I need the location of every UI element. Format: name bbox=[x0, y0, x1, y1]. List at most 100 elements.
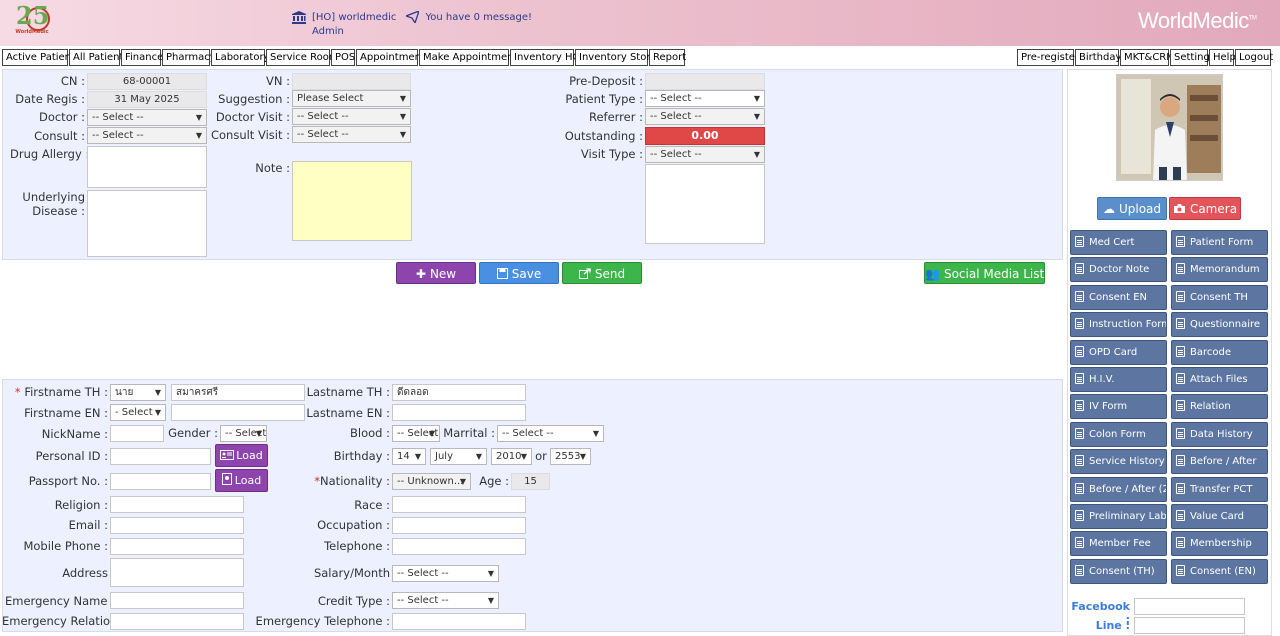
consult-visit-select[interactable]: -- Select -- ▼ bbox=[292, 126, 411, 143]
emergency-telephone-input[interactable] bbox=[392, 613, 526, 630]
nav-report[interactable]: Report bbox=[649, 49, 686, 66]
form-button-data-history[interactable]: Data History bbox=[1171, 421, 1268, 447]
personal-id-input[interactable] bbox=[110, 448, 211, 465]
occupation-input[interactable] bbox=[392, 517, 526, 534]
telephone-input[interactable] bbox=[392, 538, 526, 555]
title-th-select[interactable]: นาย ▼ bbox=[110, 384, 166, 401]
nav-all-patient[interactable]: All Patient bbox=[69, 49, 123, 66]
firstname-en-input[interactable] bbox=[171, 404, 305, 421]
nav-service-room[interactable]: Service Room bbox=[266, 49, 339, 66]
firstname-th-input[interactable]: สมาครศรี bbox=[171, 384, 305, 401]
title-en-select[interactable]: - Select - ▼ bbox=[110, 404, 166, 421]
passport-input[interactable] bbox=[110, 473, 211, 490]
document-icon bbox=[1176, 345, 1185, 357]
marital-select[interactable]: -- Select -- ▼ bbox=[497, 425, 604, 442]
mobile-phone-input[interactable] bbox=[110, 538, 244, 555]
emergency-name-input[interactable] bbox=[110, 592, 244, 609]
form-button-consent-th[interactable]: Consent TH bbox=[1171, 284, 1268, 310]
line-input[interactable] bbox=[1134, 617, 1245, 634]
form-button-consent-en[interactable]: Consent EN bbox=[1070, 284, 1167, 310]
form-button-memorandum[interactable]: Memorandum bbox=[1171, 257, 1268, 283]
visit-type-list[interactable] bbox=[645, 164, 765, 244]
nav-setting[interactable]: Setting bbox=[1170, 49, 1210, 66]
send-button[interactable]: Send bbox=[562, 262, 642, 284]
form-button-h-i-v[interactable]: H.I.V. bbox=[1070, 367, 1167, 392]
nav-birthday[interactable]: Birthday bbox=[1075, 49, 1121, 66]
salary-select[interactable]: -- Select -- ▼ bbox=[392, 565, 499, 582]
message-link[interactable]: You have 0 message! bbox=[425, 12, 532, 23]
lastname-en-input[interactable] bbox=[392, 404, 526, 421]
form-button-barcode[interactable]: Barcode bbox=[1171, 339, 1268, 365]
nickname-input[interactable] bbox=[110, 425, 164, 442]
blood-select[interactable]: -- Select --▼ bbox=[392, 425, 440, 442]
personal-id-label: Personal ID : bbox=[35, 449, 108, 463]
camera-button[interactable]: Camera bbox=[1169, 197, 1241, 220]
upload-button[interactable]: ☁ Upload bbox=[1097, 197, 1167, 220]
form-button-membership[interactable]: Membership bbox=[1171, 531, 1268, 557]
branch-name[interactable]: [HO] worldmedic bbox=[312, 12, 396, 23]
form-button-colon-form[interactable]: Colon Form bbox=[1070, 421, 1167, 447]
birth-month-select[interactable]: July ▼ bbox=[430, 448, 487, 465]
birth-day-select[interactable]: 14 ▼ bbox=[392, 448, 426, 465]
doctor-visit-select[interactable]: -- Select -- ▼ bbox=[292, 108, 411, 125]
nav-laboratory[interactable]: Laboratory bbox=[211, 49, 269, 66]
form-button-patient-form[interactable]: Patient Form bbox=[1171, 230, 1268, 255]
facebook-input[interactable] bbox=[1134, 598, 1245, 615]
form-button-before-after[interactable]: Before / After bbox=[1171, 449, 1268, 475]
doctor-select[interactable]: -- Select -- ▼ bbox=[87, 109, 207, 126]
form-button-member-fee[interactable]: Member Fee bbox=[1070, 531, 1167, 557]
form-button-relation[interactable]: Relation bbox=[1171, 394, 1268, 420]
drug-allergy-input[interactable] bbox=[87, 146, 207, 188]
nav-inventory-ho[interactable]: Inventory HO bbox=[510, 49, 580, 66]
form-button-consent-en[interactable]: Consent (EN) bbox=[1171, 558, 1268, 584]
form-button-instruction-form[interactable]: Instruction Form bbox=[1070, 312, 1167, 338]
form-button-value-card[interactable]: Value Card bbox=[1171, 504, 1268, 529]
suggestion-select[interactable]: Please Select ▼ bbox=[292, 90, 411, 107]
birth-year-select[interactable]: 2010 ▼ bbox=[491, 448, 532, 465]
form-button-attach-files[interactable]: Attach Files bbox=[1171, 367, 1268, 392]
consult-select[interactable]: -- Select -- ▼ bbox=[87, 127, 207, 144]
form-button-iv-form[interactable]: IV Form bbox=[1070, 394, 1167, 420]
religion-input[interactable] bbox=[110, 496, 244, 513]
address-input[interactable] bbox=[110, 558, 244, 587]
form-button-doctor-note[interactable]: Doctor Note bbox=[1070, 257, 1167, 283]
patient-type-select[interactable]: -- Select -- ▼ bbox=[645, 90, 765, 107]
nav-make-appointment[interactable]: Make Appointment bbox=[419, 49, 517, 66]
birth-year-th-select[interactable]: 2553 ▼ bbox=[550, 448, 591, 465]
nav-mkt-crm[interactable]: MKT&CRM bbox=[1120, 49, 1175, 66]
new-button[interactable]: ✚ New bbox=[396, 262, 476, 284]
load-passport-button[interactable]: Load bbox=[215, 469, 268, 492]
email-input[interactable] bbox=[110, 517, 244, 534]
form-button-opd-card[interactable]: OPD Card bbox=[1070, 339, 1167, 365]
nav-pharmacy[interactable]: Pharmacy bbox=[162, 49, 216, 66]
gender-select[interactable]: -- Select --▼ bbox=[220, 425, 267, 442]
nav-active-patient[interactable]: Active Patient bbox=[2, 49, 75, 66]
lastname-th-input[interactable]: ดีดลอด bbox=[392, 384, 526, 401]
nationality-select[interactable]: -- Unknown... ▼ bbox=[392, 473, 471, 490]
race-input[interactable] bbox=[392, 496, 526, 513]
form-button-consent-th[interactable]: Consent (TH) bbox=[1070, 558, 1167, 584]
user-name[interactable]: Admin bbox=[312, 26, 344, 37]
nav-pre-register[interactable]: Pre-register bbox=[1017, 49, 1079, 66]
nav-help[interactable]: Help bbox=[1209, 49, 1236, 66]
underlying-disease-input[interactable] bbox=[87, 190, 207, 257]
form-button-med-cert[interactable]: Med Cert bbox=[1070, 230, 1167, 255]
emergency-relation-input[interactable] bbox=[110, 613, 244, 630]
form-button-questionnaire[interactable]: Questionnaire bbox=[1171, 312, 1268, 338]
nav-inventory-store[interactable]: Inventory Store bbox=[575, 49, 656, 66]
nav-finance[interactable]: Finance bbox=[121, 49, 163, 66]
form-button-transfer-pct[interactable]: Transfer PCT bbox=[1171, 476, 1268, 502]
nav-logout[interactable]: Logout bbox=[1235, 49, 1273, 66]
form-button-service-history[interactable]: Service History bbox=[1070, 449, 1167, 475]
nav-pos[interactable]: POS bbox=[331, 49, 355, 66]
social-media-list-button[interactable]: 👥 Social Media List bbox=[924, 262, 1045, 284]
visit-type-select[interactable]: -- Select -- ▼ bbox=[645, 146, 765, 163]
form-button-before-after-2[interactable]: Before / After (2) bbox=[1070, 476, 1167, 502]
credit-type-select[interactable]: -- Select -- ▼ bbox=[392, 592, 499, 609]
nav-appointment[interactable]: Appointment bbox=[356, 49, 425, 66]
note-input[interactable] bbox=[292, 161, 412, 241]
referrer-select[interactable]: -- Select -- ▼ bbox=[645, 108, 765, 125]
form-button-preliminary-lab[interactable]: Preliminary Lab bbox=[1070, 504, 1167, 529]
save-button[interactable]: Save bbox=[479, 262, 559, 284]
load-id-card-button[interactable]: Load bbox=[215, 444, 268, 467]
